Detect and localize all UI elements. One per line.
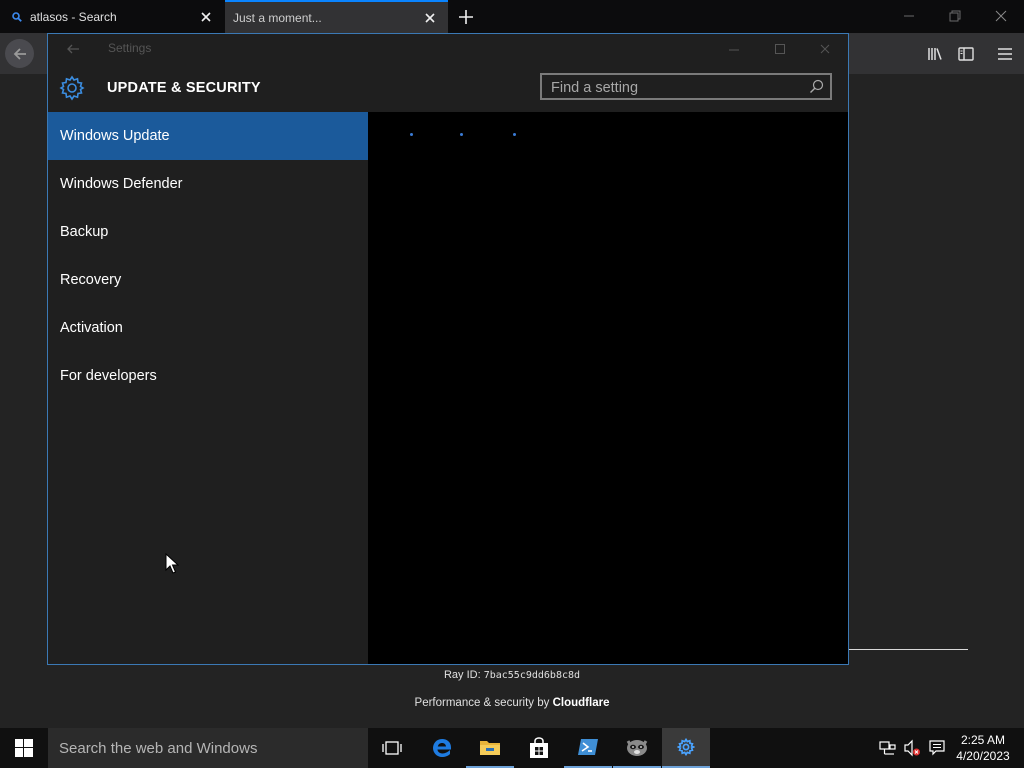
minimize-icon[interactable] [901, 8, 917, 24]
footer-prefix: Performance & security by [414, 697, 550, 709]
nav-backup[interactable]: Backup [48, 208, 368, 256]
windows-logo-icon [15, 739, 33, 757]
cloudflare-link[interactable]: Cloudflare [553, 697, 610, 709]
store-icon [530, 737, 548, 758]
nav-windows-update[interactable]: Windows Update [48, 112, 368, 160]
task-view-icon [382, 741, 402, 755]
sidebar-icon[interactable] [957, 45, 975, 63]
system-clock[interactable]: 2:25 AM 4/20/2023 [946, 732, 1020, 764]
page-title: UPDATE & SECURITY [107, 80, 261, 96]
powershell-app[interactable] [564, 728, 612, 768]
clock-time: 2:25 AM [960, 733, 1006, 747]
close-tab-icon[interactable] [422, 10, 438, 26]
nav-activation[interactable]: Activation [48, 304, 368, 352]
ray-id-label: Ray ID: [443, 669, 481, 681]
loading-dot [410, 133, 413, 136]
raccoon-icon [626, 740, 648, 756]
window-title: Settings [108, 41, 152, 55]
search-icon [12, 11, 22, 22]
cloudflare-footer: Performance & security by Cloudflare [0, 697, 1024, 709]
menu-icon[interactable] [996, 45, 1014, 63]
start-button[interactable] [0, 728, 48, 768]
nav-recovery[interactable]: Recovery [48, 256, 368, 304]
loading-dot [460, 133, 463, 136]
nav-windows-defender[interactable]: Windows Defender [48, 160, 368, 208]
clock-date: 4/20/2023 [956, 749, 1010, 763]
settings-titlebar[interactable]: Settings [48, 34, 848, 64]
folder-icon [480, 741, 500, 755]
volume-muted-icon[interactable] [903, 739, 921, 757]
minimize-icon[interactable] [727, 42, 741, 56]
library-icon[interactable] [926, 45, 944, 63]
powershell-icon [578, 739, 598, 755]
gear-icon [59, 75, 85, 101]
firefox-app[interactable] [613, 728, 661, 768]
network-icon[interactable] [879, 739, 897, 757]
edge-app[interactable] [418, 728, 466, 768]
arrow-left-icon [13, 47, 26, 60]
settings-app[interactable] [662, 728, 710, 768]
back-button[interactable] [5, 39, 34, 68]
find-setting-search[interactable] [540, 73, 832, 100]
tab-title: Just a moment... [233, 10, 322, 25]
tab-just-a-moment[interactable]: Just a moment... [225, 0, 448, 33]
mouse-cursor-icon [165, 553, 179, 574]
back-arrow-icon[interactable] [66, 42, 80, 56]
store-app[interactable] [515, 728, 563, 768]
browser-tab-strip: atlasos - Search Just a moment... [0, 0, 1024, 33]
search-input[interactable] [542, 75, 813, 100]
settings-header: UPDATE & SECURITY [48, 64, 848, 112]
settings-nav: Windows Update Windows Defender Backup R… [48, 112, 368, 664]
new-tab-button[interactable] [456, 7, 476, 27]
taskbar: 2:25 AM 4/20/2023 [0, 728, 1024, 768]
close-icon[interactable] [818, 42, 832, 56]
tab-title: atlasos - Search [30, 9, 117, 24]
close-window-icon[interactable] [993, 8, 1009, 24]
gear-icon [677, 738, 695, 756]
taskbar-search-input[interactable] [48, 732, 361, 764]
taskbar-search[interactable] [48, 728, 368, 768]
nav-for-developers[interactable]: For developers [48, 352, 368, 400]
task-view-button[interactable] [368, 728, 416, 768]
ray-id-value: 7bac55c9dd6b8c8d [483, 670, 581, 681]
notifications-icon[interactable] [928, 739, 946, 757]
edge-icon [433, 739, 451, 757]
close-tab-icon[interactable] [198, 9, 214, 25]
tab-atlasos-search[interactable]: atlasos - Search [0, 0, 224, 33]
ray-id-text: Ray ID: 7bac55c9dd6b8c8d [0, 669, 1024, 681]
file-explorer-app[interactable] [466, 728, 514, 768]
restore-icon[interactable] [947, 8, 963, 24]
maximize-icon[interactable] [773, 42, 787, 56]
loading-dot [513, 133, 516, 136]
content-pane [368, 112, 848, 664]
search-icon[interactable] [809, 79, 824, 94]
divider [848, 649, 968, 650]
